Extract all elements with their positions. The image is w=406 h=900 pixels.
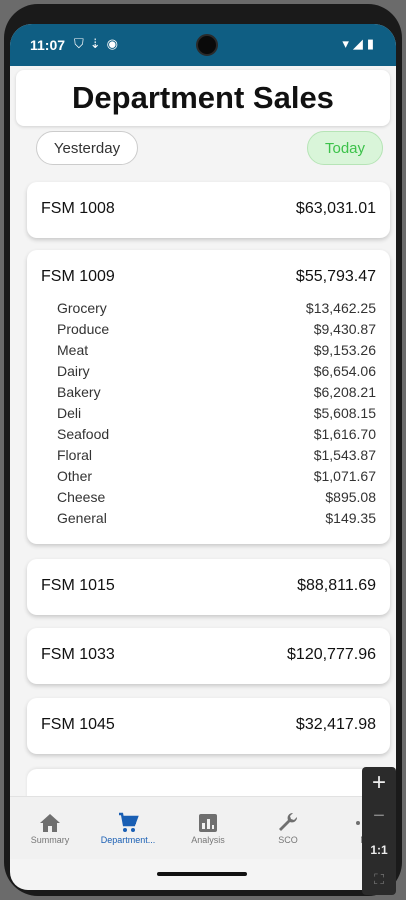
nav-item-sco[interactable]: SCO bbox=[252, 797, 324, 859]
home-icon bbox=[40, 814, 60, 832]
department-value: $9,153.26 bbox=[313, 342, 376, 358]
usb-status-icon: ⇣ bbox=[89, 36, 107, 51]
store-name: FSM 1045 bbox=[41, 716, 115, 733]
nav-label: Analysis bbox=[191, 835, 225, 845]
department-name: Bakery bbox=[57, 384, 101, 400]
camera-cutout bbox=[196, 34, 218, 56]
store-total: $120,777.96 bbox=[287, 646, 376, 663]
title-card: Department Sales bbox=[16, 70, 390, 126]
department-row: Other $1,071.67 bbox=[57, 466, 376, 487]
store-total: $55,793.47 bbox=[295, 268, 376, 285]
department-row: Bakery $6,208.21 bbox=[57, 382, 376, 403]
today-button[interactable]: Today bbox=[307, 131, 383, 165]
status-right-icons: ▾◢▮ bbox=[342, 36, 378, 52]
bottom-navigation: Summary Department... Analysis SCO M bbox=[10, 796, 396, 859]
department-row: Floral $1,543.87 bbox=[57, 445, 376, 466]
store-card-fsm-1008[interactable]: FSM 1008 $63,031.01 bbox=[27, 182, 390, 238]
department-value: $6,654.06 bbox=[313, 363, 376, 379]
chart-icon bbox=[199, 814, 217, 832]
device-frame: 11:07 ⛉⇣◉ ▾◢▮ Department Sales Yesterday… bbox=[4, 4, 402, 896]
store-total: $32,417.98 bbox=[295, 716, 376, 733]
status-icons: ⛉⇣◉ bbox=[74, 36, 124, 52]
department-value: $9,430.87 bbox=[313, 321, 376, 337]
nav-label: SCO bbox=[278, 835, 298, 845]
store-card-header: FSM 1045 $32,417.98 bbox=[27, 698, 390, 754]
department-value: $1,543.87 bbox=[313, 447, 376, 463]
sync-status-icon: ◉ bbox=[106, 36, 125, 51]
store-name: FSM 1015 bbox=[41, 577, 115, 594]
department-name: Grocery bbox=[57, 300, 107, 316]
nav-label: Summary bbox=[30, 835, 70, 845]
nav-label: Department... bbox=[100, 835, 156, 845]
department-value: $1,616.70 bbox=[313, 426, 376, 442]
department-value: $6,208.21 bbox=[313, 384, 376, 400]
store-card-fsm-1033[interactable]: FSM 1033 $120,777.96 bbox=[27, 628, 390, 684]
department-list: Grocery $13,462.25 Produce $9,430.87 Meat $… bbox=[27, 298, 390, 537]
department-row: Seafood $1,616.70 bbox=[57, 424, 376, 445]
status-time: 11:07 bbox=[30, 37, 66, 53]
store-name: FSM 1033 bbox=[41, 646, 115, 663]
store-total: $88,811.69 bbox=[297, 577, 376, 594]
store-card-header: FSM 1008 $63,031.01 bbox=[27, 182, 390, 238]
wrench-icon bbox=[279, 812, 298, 831]
nav-item-analysis[interactable]: Analysis bbox=[172, 797, 244, 859]
cart-icon bbox=[119, 812, 139, 832]
department-row: Dairy $6,654.06 bbox=[57, 361, 376, 382]
zoom-reset-button[interactable]: 1:1 bbox=[362, 843, 396, 857]
department-value: $149.35 bbox=[325, 510, 376, 526]
battery-icon: ▮ bbox=[366, 36, 378, 51]
store-name: FSM 1008 bbox=[41, 200, 115, 217]
department-row: Produce $9,430.87 bbox=[57, 319, 376, 340]
store-name: FSM 1009 bbox=[41, 268, 115, 285]
store-card-header: FSM 1033 $120,777.96 bbox=[27, 628, 390, 684]
department-value: $1,071.67 bbox=[313, 468, 376, 484]
department-row: Cheese $895.08 bbox=[57, 487, 376, 508]
store-total: $63,031.01 bbox=[295, 200, 376, 217]
nav-item-summary[interactable]: Summary bbox=[14, 797, 86, 859]
status-bar: 11:07 ⛉⇣◉ ▾◢▮ bbox=[10, 24, 396, 66]
signal-icon: ◢ bbox=[352, 36, 367, 51]
page-title: Department Sales bbox=[72, 80, 334, 115]
department-row: Deli $5,608.15 bbox=[57, 403, 376, 424]
gesture-home-bar[interactable] bbox=[157, 872, 247, 876]
store-card-fsm-1009[interactable]: FSM 1009 $55,793.47 Grocery $13,462.25 Pr… bbox=[27, 250, 390, 544]
store-card-fsm-1045[interactable]: FSM 1045 $32,417.98 bbox=[27, 698, 390, 754]
partial-store-card bbox=[27, 769, 390, 799]
department-name: Other bbox=[57, 468, 93, 484]
department-value: $5,608.15 bbox=[313, 405, 376, 421]
department-name: Seafood bbox=[57, 426, 110, 442]
department-name: General bbox=[57, 510, 107, 526]
department-name: Produce bbox=[57, 321, 110, 337]
zoom-out-button[interactable]: − bbox=[362, 805, 396, 828]
yesterday-button[interactable]: Yesterday bbox=[36, 131, 138, 165]
store-card-header: FSM 1015 $88,811.69 bbox=[27, 559, 390, 615]
phone-screen: 11:07 ⛉⇣◉ ▾◢▮ Department Sales Yesterday… bbox=[10, 24, 396, 890]
department-value: $895.08 bbox=[325, 489, 376, 505]
department-name: Floral bbox=[57, 447, 93, 463]
department-row: Grocery $13,462.25 bbox=[57, 298, 376, 319]
department-row: General $149.35 bbox=[57, 508, 376, 529]
department-name: Cheese bbox=[57, 489, 106, 505]
department-name: Dairy bbox=[57, 363, 90, 379]
zoom-in-button[interactable]: + bbox=[362, 769, 396, 797]
department-name: Meat bbox=[57, 342, 89, 358]
department-value: $13,462.25 bbox=[305, 300, 376, 316]
shield-status-icon: ⛉ bbox=[74, 36, 90, 51]
zoom-fit-icon[interactable]: ⛶ bbox=[362, 871, 396, 888]
wifi-icon: ▾ bbox=[342, 36, 353, 51]
zoom-control: + − 1:1 ⛶ bbox=[362, 767, 396, 895]
nav-item-department[interactable]: Department... bbox=[92, 797, 164, 859]
department-name: Deli bbox=[57, 405, 82, 421]
department-row: Meat $9,153.26 bbox=[57, 340, 376, 361]
store-card-fsm-1015[interactable]: FSM 1015 $88,811.69 bbox=[27, 559, 390, 615]
